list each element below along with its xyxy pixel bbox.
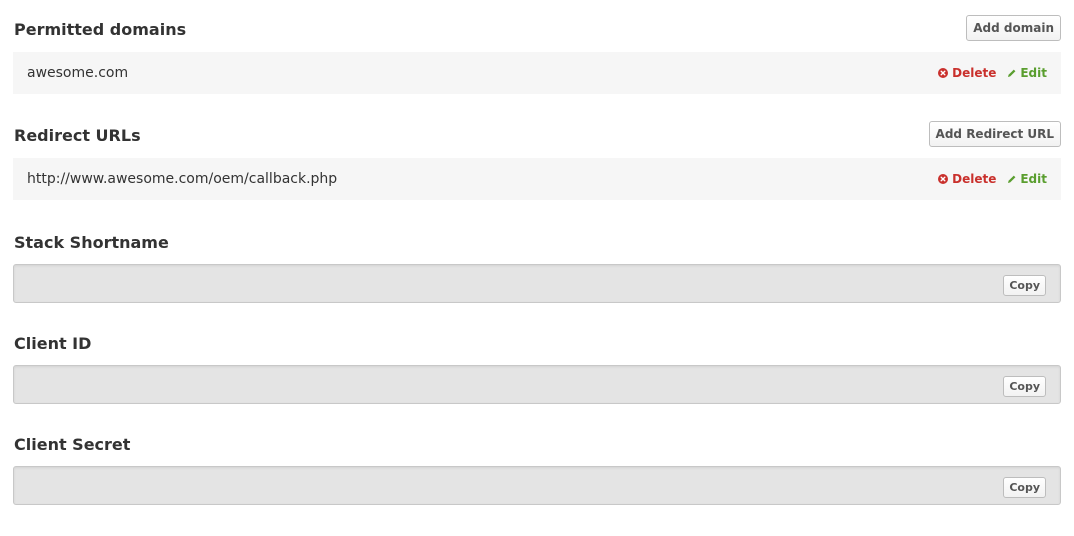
stack-shortname-title: Stack Shortname [14, 233, 169, 252]
client-id-title: Client ID [14, 334, 92, 353]
credentials-settings-page: Permitted domains Add domain awesome.com… [0, 0, 1074, 536]
copy-client-id-button[interactable]: Copy [1003, 376, 1046, 397]
edit-domain-button[interactable]: Edit [1007, 66, 1047, 80]
stack-shortname-field[interactable]: Copy [13, 264, 1061, 303]
delete-domain-button[interactable]: Delete [938, 66, 996, 80]
redirect-url-value: http://www.awesome.com/oem/callback.php [27, 171, 338, 187]
permitted-domains-title: Permitted domains [14, 20, 187, 39]
redirect-urls-title: Redirect URLs [14, 126, 141, 145]
copy-client-secret-button[interactable]: Copy [1003, 477, 1046, 498]
circle-x-icon [938, 174, 949, 184]
delete-redirect-url-button[interactable]: Delete [938, 172, 996, 186]
copy-stack-shortname-button[interactable]: Copy [1003, 275, 1046, 296]
edit-label: Edit [1020, 66, 1047, 80]
delete-label: Delete [952, 172, 997, 186]
pencil-icon [1008, 69, 1016, 77]
client-id-field[interactable]: Copy [13, 365, 1061, 404]
domain-value: awesome.com [27, 65, 129, 81]
add-redirect-url-button[interactable]: Add Redirect URL [928, 121, 1061, 147]
domain-actions: Delete Edit [938, 64, 1047, 82]
add-domain-button[interactable]: Add domain [966, 15, 1061, 41]
circle-x-icon [938, 68, 949, 78]
redirect-url-actions: Delete Edit [938, 170, 1047, 188]
client-secret-field[interactable]: Copy [13, 466, 1061, 505]
redirect-url-list-item: http://www.awesome.com/oem/callback.php … [13, 158, 1061, 200]
delete-label: Delete [952, 66, 997, 80]
edit-label: Edit [1020, 172, 1047, 186]
client-secret-title: Client Secret [14, 435, 131, 454]
domain-list-item: awesome.com Delete Edit [13, 52, 1061, 94]
edit-redirect-url-button[interactable]: Edit [1007, 172, 1047, 186]
pencil-icon [1008, 175, 1016, 183]
